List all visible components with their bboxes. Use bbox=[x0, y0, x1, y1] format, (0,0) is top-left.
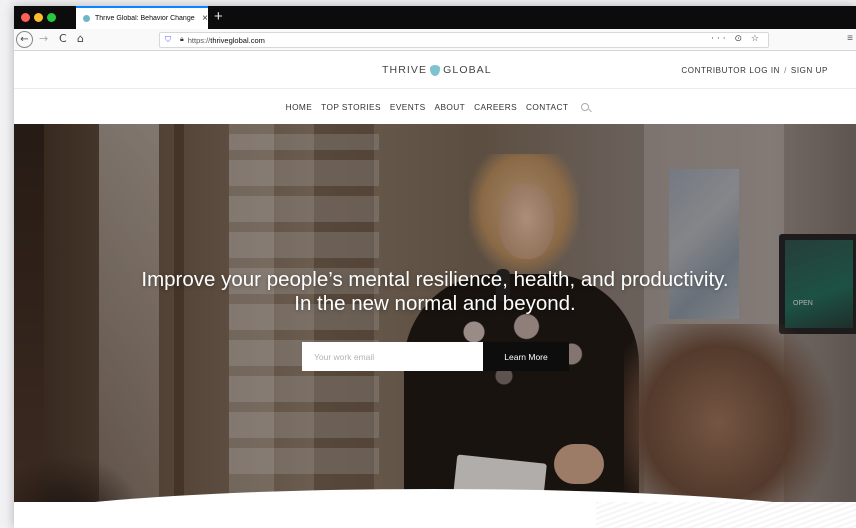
minimize-window-button[interactable] bbox=[34, 13, 43, 22]
email-signup-form: Learn More bbox=[302, 342, 569, 371]
home-button[interactable]: ⌂ bbox=[77, 32, 84, 45]
reload-button[interactable]: C bbox=[59, 32, 67, 45]
contributor-login-link[interactable]: CONTRIBUTOR LOG IN bbox=[681, 66, 780, 75]
logo-drop-icon bbox=[430, 64, 441, 76]
site-favicon-icon bbox=[83, 15, 90, 22]
auth-separator: / bbox=[784, 66, 787, 75]
main-navigation: HOME TOP STORIES EVENTS ABOUT CAREERS CO… bbox=[14, 89, 856, 124]
search-icon[interactable] bbox=[580, 102, 589, 111]
sign-up-link[interactable]: SIGN UP bbox=[791, 66, 828, 75]
site-logo[interactable]: THRIVE GLOBAL bbox=[382, 64, 492, 76]
site-header: THRIVE GLOBAL CONTRIBUTOR LOG IN / SIGN UP bbox=[14, 51, 856, 89]
hero-headline-line1: Improve your people’s mental resilience,… bbox=[141, 268, 729, 291]
learn-more-button[interactable]: Learn More bbox=[483, 342, 569, 371]
nav-about[interactable]: ABOUT bbox=[435, 102, 466, 112]
nav-contact[interactable]: CONTACT bbox=[526, 102, 568, 112]
nav-careers[interactable]: CAREERS bbox=[474, 102, 517, 112]
tab-bar: Thrive Global: Behavior Change × + bbox=[14, 6, 856, 29]
hamburger-menu-icon[interactable]: ≡ bbox=[847, 33, 853, 44]
forward-button[interactable]: → bbox=[39, 32, 48, 45]
work-email-input[interactable] bbox=[302, 342, 483, 371]
close-window-button[interactable] bbox=[21, 13, 30, 22]
tab-title: Thrive Global: Behavior Change bbox=[95, 15, 195, 22]
tab-close-icon[interactable]: × bbox=[202, 13, 208, 24]
nav-events[interactable]: EVENTS bbox=[390, 102, 426, 112]
auth-links: CONTRIBUTOR LOG IN / SIGN UP bbox=[681, 66, 828, 75]
active-tab[interactable]: Thrive Global: Behavior Change × bbox=[76, 6, 208, 29]
lock-icon[interactable]: 🔒︎ bbox=[180, 36, 184, 44]
logo-text-thrive: THRIVE bbox=[382, 64, 428, 76]
logo-text-global: GLOBAL bbox=[443, 64, 492, 76]
tracking-shield-icon[interactable]: ⛉ bbox=[165, 35, 175, 45]
zoom-window-button[interactable] bbox=[47, 13, 56, 22]
page-actions-icons[interactable]: ··· ⊙ ☆ bbox=[711, 34, 762, 44]
below-hero-area bbox=[14, 502, 856, 528]
nav-top-stories[interactable]: TOP STORIES bbox=[321, 102, 381, 112]
nav-home[interactable]: HOME bbox=[286, 102, 313, 112]
url-text[interactable]: https://thriveglobal.com bbox=[188, 36, 265, 45]
browser-window: Thrive Global: Behavior Change × + ← → C… bbox=[14, 6, 856, 528]
address-bar[interactable]: ⛉ 🔒︎ https://thriveglobal.com ··· ⊙ ☆ bbox=[159, 32, 769, 48]
back-button[interactable]: ← bbox=[16, 31, 33, 48]
hero-headline-line2: In the new normal and beyond. bbox=[294, 292, 576, 315]
new-tab-button[interactable]: + bbox=[214, 8, 223, 25]
browser-toolbar: ← → C ⌂ ⛉ 🔒︎ https://thriveglobal.com ··… bbox=[14, 29, 856, 51]
hero-headline: Improve your people’s mental resilience,… bbox=[14, 268, 856, 316]
